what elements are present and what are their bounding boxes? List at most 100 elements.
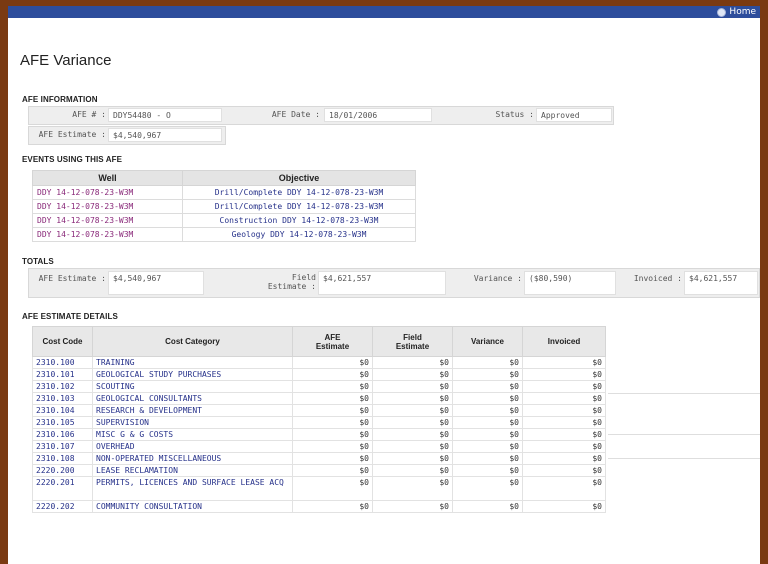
afe-estimate-cell: $0 <box>292 404 373 417</box>
field-estimate-cell: $0 <box>372 404 453 417</box>
table-row[interactable]: 2310.106 MISC G & G COSTS $0 $0 $0 $0 <box>32 428 606 441</box>
table-row[interactable]: 2220.200 LEASE RECLAMATION $0 $0 $0 $0 <box>32 464 606 477</box>
invoiced-cell: $0 <box>522 428 606 441</box>
events-col-well: Well <box>32 170 183 186</box>
cost-category-link[interactable]: NON-OPERATED MISCELLANEOUS <box>92 452 293 465</box>
col-variance: Variance <box>452 326 523 357</box>
cost-category-link[interactable]: RESEARCH & DEVELOPMENT <box>92 404 293 417</box>
well-link[interactable]: DDY 14-12-078-23-W3M <box>32 227 183 242</box>
table-row[interactable]: 2310.104 RESEARCH & DEVELOPMENT $0 $0 $0… <box>32 404 606 417</box>
table-row[interactable]: DDY 14-12-078-23-W3M Drill/Complete DDY … <box>32 185 416 200</box>
totals-field-estimate-value: $4,621,557 <box>318 271 446 295</box>
events-heading: EVENTS USING THIS AFE <box>22 155 123 164</box>
variance-cell: $0 <box>452 500 523 513</box>
table-row[interactable]: 2310.101 GEOLOGICAL STUDY PURCHASES $0 $… <box>32 368 606 381</box>
afe-estimate-cell: $0 <box>292 452 373 465</box>
cost-code-link[interactable]: 2220.201 <box>32 476 93 501</box>
totals-heading: TOTALS <box>22 257 54 266</box>
afe-estimate-cell: $0 <box>292 476 373 501</box>
cost-category-link[interactable]: SCOUTING <box>92 380 293 393</box>
afe-estimate-cell: $0 <box>292 428 373 441</box>
objective-link[interactable]: Geology DDY 14-12-078-23-W3M <box>182 227 416 242</box>
events-col-objective: Objective <box>182 170 416 186</box>
variance-cell: $0 <box>452 428 523 441</box>
cost-category-link[interactable]: PERMITS, LICENCES AND SURFACE LEASE ACQ <box>92 476 293 501</box>
cost-code-link[interactable]: 2310.108 <box>32 452 93 465</box>
cost-category-link[interactable]: SUPERVISION <box>92 416 293 429</box>
col-field-line-2: Estimate <box>395 341 430 351</box>
table-row[interactable]: 2310.108 NON-OPERATED MISCELLANEOUS $0 $… <box>32 452 606 465</box>
cost-code-link[interactable]: 2310.104 <box>32 404 93 417</box>
details-table: Cost Code Cost Category AFE Estimate Fie… <box>32 326 606 513</box>
cost-category-link[interactable]: LEASE RECLAMATION <box>92 464 293 477</box>
field-estimate-cell: $0 <box>372 416 453 429</box>
well-link[interactable]: DDY 14-12-078-23-W3M <box>32 213 183 228</box>
cost-code-link[interactable]: 2220.202 <box>32 500 93 513</box>
totals-invoiced-value: $4,621,557 <box>684 271 758 295</box>
table-row[interactable]: 2310.100 TRAINING $0 $0 $0 $0 <box>32 356 606 369</box>
cost-code-link[interactable]: 2310.100 <box>32 356 93 369</box>
objective-link[interactable]: Drill/Complete DDY 14-12-078-23-W3M <box>182 185 416 200</box>
well-link[interactable]: DDY 14-12-078-23-W3M <box>32 199 183 214</box>
cost-code-link[interactable]: 2310.106 <box>32 428 93 441</box>
invoiced-cell: $0 <box>522 392 606 405</box>
afe-information-heading: AFE INFORMATION <box>22 95 98 104</box>
cost-category-link[interactable]: GEOLOGICAL STUDY PURCHASES <box>92 368 293 381</box>
field-estimate-cell: $0 <box>372 368 453 381</box>
cost-code-link[interactable]: 2310.105 <box>32 416 93 429</box>
table-row[interactable]: DDY 14-12-078-23-W3M Geology DDY 14-12-0… <box>32 227 416 242</box>
cost-code-link[interactable]: 2310.103 <box>32 392 93 405</box>
well-link[interactable]: DDY 14-12-078-23-W3M <box>32 185 183 200</box>
afe-estimate-cell: $0 <box>292 368 373 381</box>
afe-estimate-cell: $0 <box>292 380 373 393</box>
table-row[interactable]: 2310.102 SCOUTING $0 $0 $0 $0 <box>32 380 606 393</box>
invoiced-cell: $0 <box>522 476 606 501</box>
table-row[interactable]: DDY 14-12-078-23-W3M Construction DDY 14… <box>32 213 416 228</box>
objective-link[interactable]: Construction DDY 14-12-078-23-W3M <box>182 213 416 228</box>
table-row[interactable]: 2310.105 SUPERVISION $0 $0 $0 $0 <box>32 416 606 429</box>
col-afe-line-1: AFE <box>324 332 341 342</box>
divider <box>608 458 760 459</box>
afe-estimate-cell: $0 <box>292 464 373 477</box>
cost-code-link[interactable]: 2220.200 <box>32 464 93 477</box>
col-cost-category: Cost Category <box>92 326 293 357</box>
field-estimate-cell: $0 <box>372 392 453 405</box>
table-row[interactable]: DDY 14-12-078-23-W3M Drill/Complete DDY … <box>32 199 416 214</box>
table-row[interactable]: 2220.201 PERMITS, LICENCES AND SURFACE L… <box>32 476 606 501</box>
invoiced-cell: $0 <box>522 500 606 513</box>
afe-date-label: AFE Date : <box>271 110 320 119</box>
totals-variance-label: Variance : <box>473 274 522 283</box>
table-row[interactable]: 2310.107 OVERHEAD $0 $0 $0 $0 <box>32 440 606 453</box>
totals-field-estimate-label: Field Estimate : <box>244 273 316 291</box>
totals-variance-value: ($80,590) <box>524 271 616 295</box>
cost-code-link[interactable]: 2310.101 <box>32 368 93 381</box>
invoiced-cell: $0 <box>522 404 606 417</box>
invoiced-cell: $0 <box>522 464 606 477</box>
variance-cell: $0 <box>452 464 523 477</box>
table-row[interactable]: 2220.202 COMMUNITY CONSULTATION $0 $0 $0… <box>32 500 606 513</box>
objective-link[interactable]: Drill/Complete DDY 14-12-078-23-W3M <box>182 199 416 214</box>
invoiced-cell: $0 <box>522 416 606 429</box>
variance-cell: $0 <box>452 416 523 429</box>
afe-estimate-value: $4,540,967 <box>108 128 222 142</box>
home-label[interactable]: Home <box>729 6 756 18</box>
totals-afe-estimate-label: AFE Estimate : <box>38 274 106 283</box>
invoiced-cell: $0 <box>522 356 606 369</box>
home-link[interactable]: Home <box>717 6 756 18</box>
table-row[interactable]: 2310.103 GEOLOGICAL CONSULTANTS $0 $0 $0… <box>32 392 606 405</box>
cost-code-link[interactable]: 2310.107 <box>32 440 93 453</box>
invoiced-cell: $0 <box>522 380 606 393</box>
afe-number-label: AFE # : <box>72 110 106 119</box>
cost-category-link[interactable]: TRAINING <box>92 356 293 369</box>
cost-category-link[interactable]: MISC G & G COSTS <box>92 428 293 441</box>
divider <box>608 393 760 394</box>
afe-estimate-cell: $0 <box>292 440 373 453</box>
cost-category-link[interactable]: GEOLOGICAL CONSULTANTS <box>92 392 293 405</box>
field-estimate-cell: $0 <box>372 356 453 369</box>
col-field-line-1: Field <box>403 332 422 342</box>
cost-category-link[interactable]: OVERHEAD <box>92 440 293 453</box>
cost-code-link[interactable]: 2310.102 <box>32 380 93 393</box>
cost-category-link[interactable]: COMMUNITY CONSULTATION <box>92 500 293 513</box>
field-label-line-2: Estimate : <box>267 282 316 291</box>
details-heading: AFE ESTIMATE DETAILS <box>22 312 118 321</box>
